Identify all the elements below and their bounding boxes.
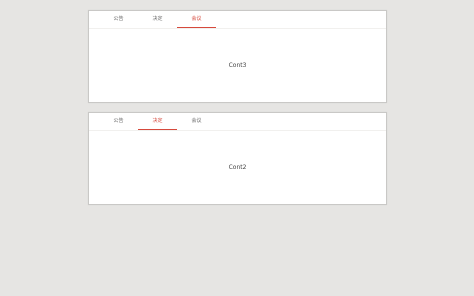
tab-meeting[interactable]: 会议	[177, 11, 216, 28]
tab-decision[interactable]: 决定	[138, 11, 177, 28]
tab-announcement[interactable]: 公告	[99, 11, 138, 28]
tab-content: Cont2	[228, 164, 247, 171]
tab-content: Cont3	[228, 62, 247, 69]
tab-meeting[interactable]: 会议	[177, 113, 216, 130]
tab-panel-1: 公告 决定 会议 Cont3	[88, 10, 387, 103]
tab-panel-2: 公告 决定 会议 Cont2	[88, 112, 387, 205]
tab-announcement[interactable]: 公告	[99, 113, 138, 130]
tab-bar: 公告 决定 会议	[89, 11, 386, 29]
tab-bar: 公告 决定 会议	[89, 113, 386, 131]
tab-decision[interactable]: 决定	[138, 113, 177, 130]
